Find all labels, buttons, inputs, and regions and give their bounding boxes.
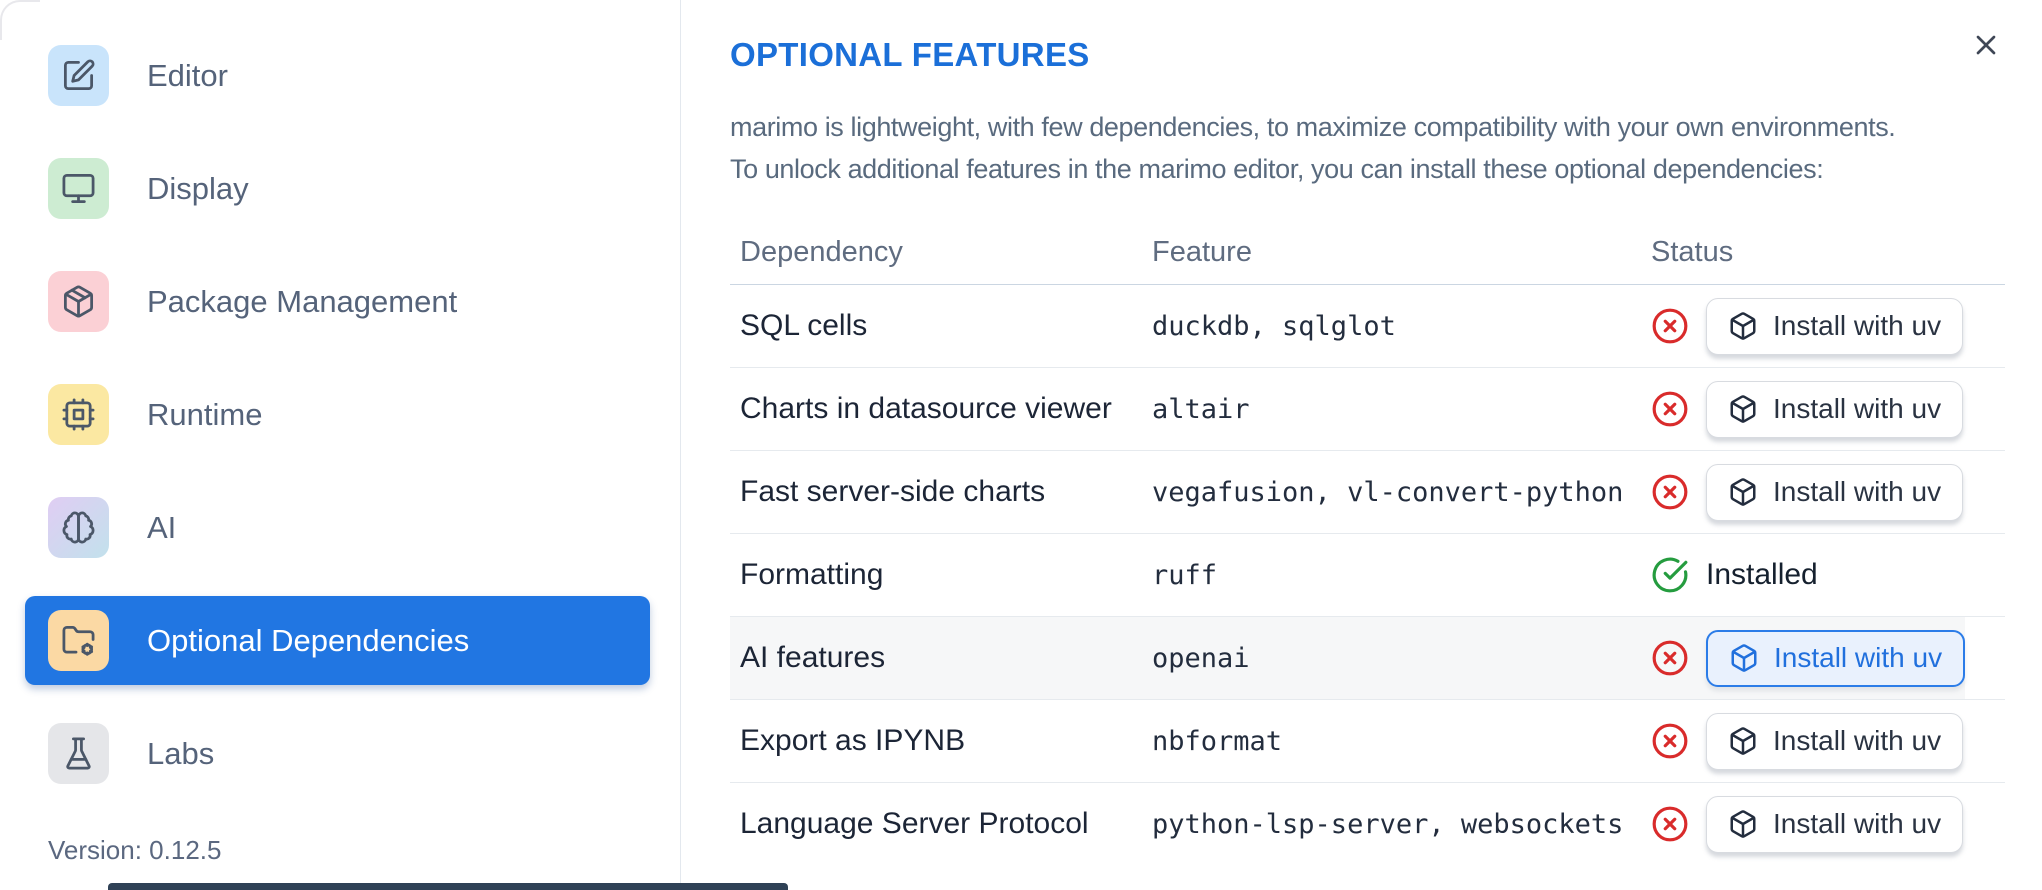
sidebar-item-optional-dependencies[interactable]: Optional Dependencies bbox=[25, 596, 650, 685]
feature-cell: nbformat bbox=[1152, 725, 1283, 757]
sidebar-item-label: Package Management bbox=[147, 283, 458, 319]
table-row-export-as-ipynb: Export as IPYNB nbformat Install with uv bbox=[730, 700, 2005, 783]
brain-icon bbox=[48, 497, 109, 558]
table-row-formatting: Formatting ruff Installed bbox=[730, 534, 2005, 617]
dependency-cell: SQL cells bbox=[740, 309, 868, 342]
dependency-cell: Fast server-side charts bbox=[740, 475, 1046, 508]
sidebar-nav: Editor Display Package Management Runtime AI… bbox=[25, 31, 680, 798]
settings-sidebar: Editor Display Package Management Runtime AI… bbox=[0, 0, 681, 890]
circle-x-icon bbox=[1651, 805, 1689, 843]
sidebar-item-ai[interactable]: AI bbox=[25, 483, 650, 572]
close-button[interactable] bbox=[1968, 28, 2004, 64]
column-header-dependency: Dependency bbox=[740, 235, 903, 268]
install-with-uv-button[interactable]: Install with uv bbox=[1706, 629, 1966, 687]
install-button-label: Install with uv bbox=[1774, 642, 1943, 673]
monitor-icon bbox=[48, 158, 109, 219]
box-icon bbox=[1728, 311, 1758, 341]
sidebar-item-label: Labs bbox=[147, 735, 215, 771]
page-title: OPTIONAL FEATURES bbox=[730, 36, 1090, 73]
feature-cell: vegafusion, vl-convert-python bbox=[1152, 476, 1624, 508]
settings-dialog: Editor Display Package Management Runtime AI… bbox=[0, 0, 2042, 890]
install-with-uv-button[interactable]: Install with uv bbox=[1706, 380, 1964, 438]
panel-description: marimo is lightweight, with few dependen… bbox=[730, 106, 2006, 190]
feature-cell: openai bbox=[1152, 642, 1250, 674]
circle-x-icon bbox=[1651, 722, 1689, 760]
status-cell: Install with uv bbox=[1641, 629, 2005, 687]
dependency-cell: AI features bbox=[740, 641, 886, 674]
column-header-feature: Feature bbox=[1152, 235, 1252, 268]
sidebar-item-label: Editor bbox=[147, 57, 228, 93]
box-icon bbox=[1728, 477, 1758, 507]
status-cell: Install with uv bbox=[1641, 297, 2005, 355]
circle-check-icon bbox=[1651, 556, 1689, 594]
install-with-uv-button[interactable]: Install with uv bbox=[1706, 463, 1964, 521]
description-line: To unlock additional features in the mar… bbox=[730, 154, 1824, 184]
install-button-label: Install with uv bbox=[1773, 808, 1942, 839]
sidebar-item-package-management[interactable]: Package Management bbox=[25, 257, 650, 346]
install-button-label: Install with uv bbox=[1773, 476, 1942, 507]
status-cell: Install with uv bbox=[1641, 380, 2005, 438]
status-cell: Install with uv bbox=[1641, 712, 2005, 770]
install-with-uv-button[interactable]: Install with uv bbox=[1706, 795, 1964, 853]
sidebar-item-editor[interactable]: Editor bbox=[25, 31, 650, 120]
table-row-fast-server-side-charts: Fast server-side charts vegafusion, vl-co… bbox=[730, 451, 2005, 534]
table-header-row: Dependency Feature Status bbox=[730, 220, 2005, 285]
description-line: marimo is lightweight, with few dependen… bbox=[730, 112, 1896, 142]
feature-cell: duckdb, sqlglot bbox=[1152, 310, 1396, 342]
sidebar-item-runtime[interactable]: Runtime bbox=[25, 370, 650, 459]
feature-cell: python-lsp-server, websockets bbox=[1152, 808, 1624, 840]
install-with-uv-button[interactable]: Install with uv bbox=[1706, 297, 1964, 355]
dependency-cell: Language Server Protocol bbox=[740, 807, 1089, 840]
dependency-cell: Formatting bbox=[740, 558, 884, 591]
sidebar-item-label: AI bbox=[147, 509, 177, 545]
status-cell: Installed bbox=[1641, 556, 2005, 594]
folder-cog-icon bbox=[48, 610, 109, 671]
sidebar-item-display[interactable]: Display bbox=[25, 144, 650, 233]
status-cell: Install with uv bbox=[1641, 463, 2005, 521]
column-header-status: Status bbox=[1651, 235, 1734, 268]
table-body: SQL cells duckdb, sqlglot Install with uv C… bbox=[730, 285, 2005, 865]
version-label: Version: 0.12.5 bbox=[48, 835, 222, 865]
circle-x-icon bbox=[1651, 390, 1689, 428]
optional-features-panel: OPTIONAL FEATURES marimo is lightweight,… bbox=[681, 0, 2042, 890]
dependencies-table: Dependency Feature Status SQL cells duckd… bbox=[730, 220, 2005, 865]
circle-x-icon bbox=[1651, 639, 1689, 677]
cpu-icon bbox=[48, 384, 109, 445]
install-button-label: Install with uv bbox=[1773, 310, 1942, 341]
install-with-uv-button[interactable]: Install with uv bbox=[1706, 712, 1964, 770]
feature-cell: ruff bbox=[1152, 559, 1218, 591]
flask-conical-icon bbox=[48, 723, 109, 784]
table-row-ai-features: AI features openai Install with uv bbox=[730, 617, 2005, 700]
circle-x-icon bbox=[1651, 473, 1689, 511]
sidebar-item-label: Optional Dependencies bbox=[147, 622, 470, 658]
sidebar-item-label: Runtime bbox=[147, 396, 263, 432]
dependency-cell: Export as IPYNB bbox=[740, 724, 966, 757]
table-row-language-server-protocol: Language Server Protocol python-lsp-serve… bbox=[730, 783, 2005, 865]
square-pen-icon bbox=[48, 45, 109, 106]
package-icon bbox=[48, 271, 109, 332]
install-button-label: Install with uv bbox=[1773, 725, 1942, 756]
table-row-charts-in-datasource-viewer: Charts in datasource viewer altair Install… bbox=[730, 368, 2005, 451]
install-button-label: Install with uv bbox=[1773, 393, 1942, 424]
box-icon bbox=[1728, 394, 1758, 424]
status-cell: Install with uv bbox=[1641, 795, 2005, 853]
sidebar-item-label: Display bbox=[147, 170, 249, 206]
table-row-sql-cells: SQL cells duckdb, sqlglot Install with uv bbox=[730, 285, 2005, 368]
installed-label: Installed bbox=[1706, 558, 1818, 591]
box-icon bbox=[1729, 643, 1759, 673]
sidebar-item-labs[interactable]: Labs bbox=[25, 709, 650, 798]
box-icon bbox=[1728, 809, 1758, 839]
feature-cell: altair bbox=[1152, 393, 1250, 425]
close-icon bbox=[1970, 29, 2002, 64]
dependency-cell: Charts in datasource viewer bbox=[740, 392, 1112, 425]
box-icon bbox=[1728, 726, 1758, 756]
circle-x-icon bbox=[1651, 307, 1689, 345]
horizontal-scrollbar-thumb[interactable] bbox=[108, 883, 788, 890]
